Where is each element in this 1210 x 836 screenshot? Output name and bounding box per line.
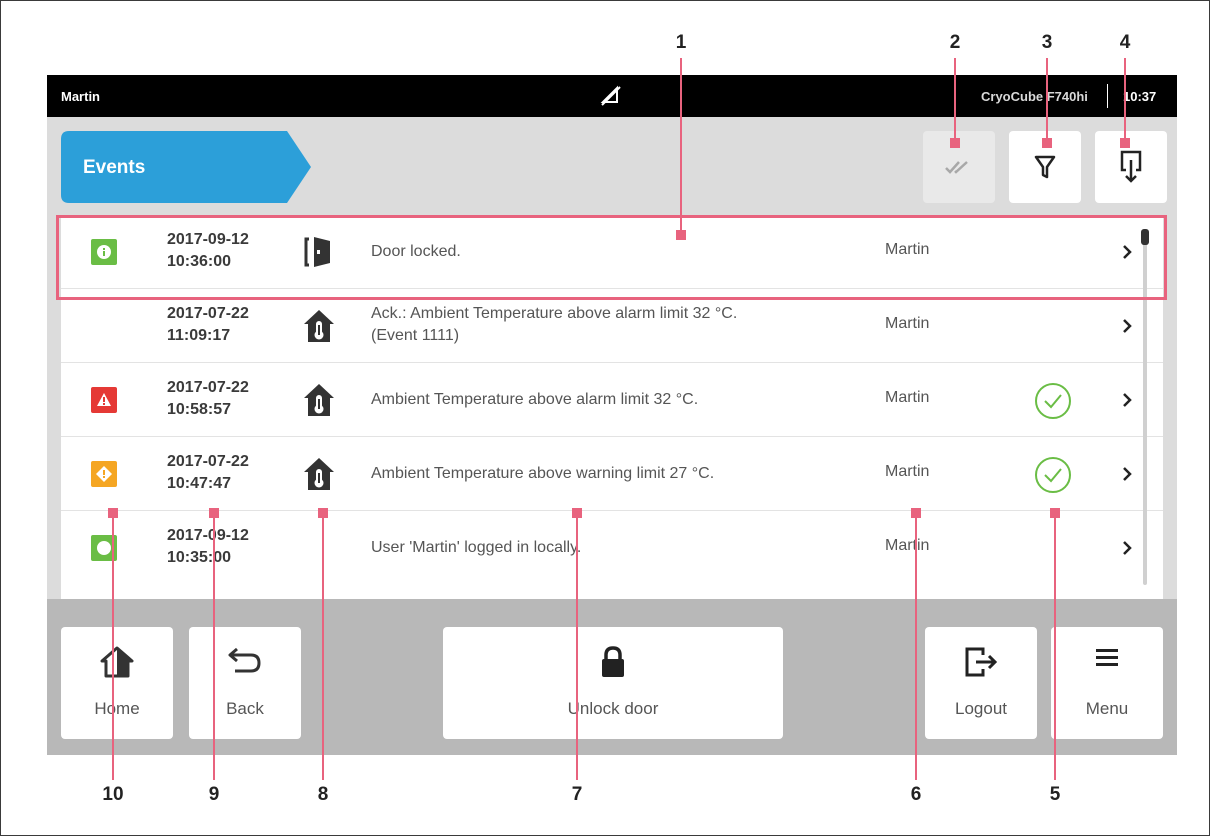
callout-line-2 [954,58,956,142]
device-name: CryoCube F740hi [981,89,1088,104]
export-icon [1120,150,1142,183]
callout-label-8: 8 [317,784,329,805]
event-message: Ambient Temperature above warning limit … [371,465,715,482]
event-row[interactable]: 2017-07-22 11:09:17 Ack.: Ambient Temper… [61,289,1163,363]
device-screen: Martin CryoCube F740hi 10:37 Events 2017… [47,75,1177,755]
logout-icon [965,647,998,677]
event-user: Martin [885,315,930,332]
home-label: Home [94,699,140,718]
event-message: Ack.: Ambient Temperature above alarm li… [371,303,737,347]
callout-label-6: 6 [910,784,922,805]
status-time: 10:37 [1123,89,1157,104]
event-date: 2017-09-12 [167,527,249,544]
lock-icon [602,646,624,677]
callout-line-1 [680,58,682,234]
callout-dot-9 [209,508,219,518]
filter-icon [1034,155,1056,179]
event-date: 2017-07-22 [167,379,249,396]
event-message-line1: Ack.: Ambient Temperature above alarm li… [371,305,738,322]
page-title: Events [83,157,146,178]
event-timestamp: 2017-07-22 10:47:47 [167,451,249,495]
event-time: 10:47:47 [167,475,232,492]
callout-label-3: 3 [1041,32,1053,53]
chevron-right-icon [1123,541,1132,555]
status-bar: Martin CryoCube F740hi 10:37 [47,75,1177,117]
callout-line-8 [322,512,324,780]
chevron-right-icon [1123,467,1132,481]
back-label: Back [226,699,264,718]
status-separator [1107,84,1108,108]
event-timestamp: 2017-07-22 10:58:57 [167,377,249,421]
event-date: 2017-07-22 [167,305,249,322]
callout-line-10 [112,512,114,780]
thermometer-house-icon [304,458,334,490]
status-user: Martin [61,89,100,104]
event-user: Martin [885,389,930,406]
callout-label-4: 4 [1119,32,1131,53]
chevron-right-icon [1123,319,1132,333]
event-timestamp: 2017-07-22 11:09:17 [167,303,249,347]
callout-line-5 [1054,512,1056,780]
callout-label-9: 9 [208,784,220,805]
warning-severity-icon [91,461,117,487]
event-user: Martin [885,463,930,480]
event-row[interactable]: 2017-09-12 10:35:00 User 'Martin' logged… [61,511,1163,585]
logout-label: Logout [955,699,1007,718]
home-icon [100,646,134,678]
event-date: 2017-07-22 [167,453,249,470]
event-message: User 'Martin' logged in locally. [371,539,582,556]
event-row[interactable]: 2017-07-22 10:47:47 Ambient Temperature … [61,437,1163,511]
callout-line-3 [1046,58,1048,142]
callout-line-6 [915,512,917,780]
event-user: Martin [885,537,930,554]
callout-1-highlight-box [56,215,1167,300]
event-time: 10:35:00 [167,549,232,566]
callout-label-10: 10 [102,784,124,805]
callout-label-2: 2 [949,32,961,53]
callout-label-7: 7 [571,784,583,805]
event-message: Ambient Temperature above alarm limit 32… [371,391,699,408]
double-check-icon [945,161,968,174]
back-arrow-icon [228,647,261,673]
event-row[interactable]: 2017-07-22 10:58:57 Ambient Temperature … [61,363,1163,437]
callout-dot-7 [572,508,582,518]
home-button[interactable]: Home [61,627,173,739]
event-time: 11:09:17 [167,327,231,344]
callout-dot-4 [1120,138,1130,148]
unlock-door-label: Unlock door [567,699,659,718]
callout-label-1: 1 [675,32,687,53]
event-timestamp: 2017-09-12 10:35:00 [167,525,249,569]
network-disconnected-icon [600,85,621,106]
callout-line-4 [1124,58,1126,142]
alarm-severity-icon [91,387,117,413]
unlock-door-button[interactable]: Unlock door [443,627,783,739]
chevron-right-icon [1123,393,1132,407]
hamburger-menu-icon [1096,649,1118,666]
callout-line-9 [213,512,215,780]
thermometer-house-icon [304,384,334,416]
callout-dot-10 [108,508,118,518]
menu-label: Menu [1085,699,1129,718]
acknowledged-check-icon [1035,457,1071,493]
acknowledged-check-icon [1035,383,1071,419]
export-button[interactable] [1095,131,1167,203]
callout-dot-5 [1050,508,1060,518]
events-tab: Events [61,131,311,203]
back-button[interactable]: Back [189,627,301,739]
callout-dot-3 [1042,138,1052,148]
callout-dot-8 [318,508,328,518]
event-message-line2: (Event 1111) [371,327,460,344]
thermometer-house-icon [304,310,334,342]
callout-dot-1 [676,230,686,240]
bottom-bar: Home Back Unlock door Logout Menu [47,599,1177,755]
callout-dot-2 [950,138,960,148]
callout-dot-6 [911,508,921,518]
callout-label-5: 5 [1049,784,1061,805]
event-time: 10:58:57 [167,401,232,418]
logout-button[interactable]: Logout [925,627,1037,739]
menu-button[interactable]: Menu [1051,627,1163,739]
callout-line-7 [576,512,578,780]
